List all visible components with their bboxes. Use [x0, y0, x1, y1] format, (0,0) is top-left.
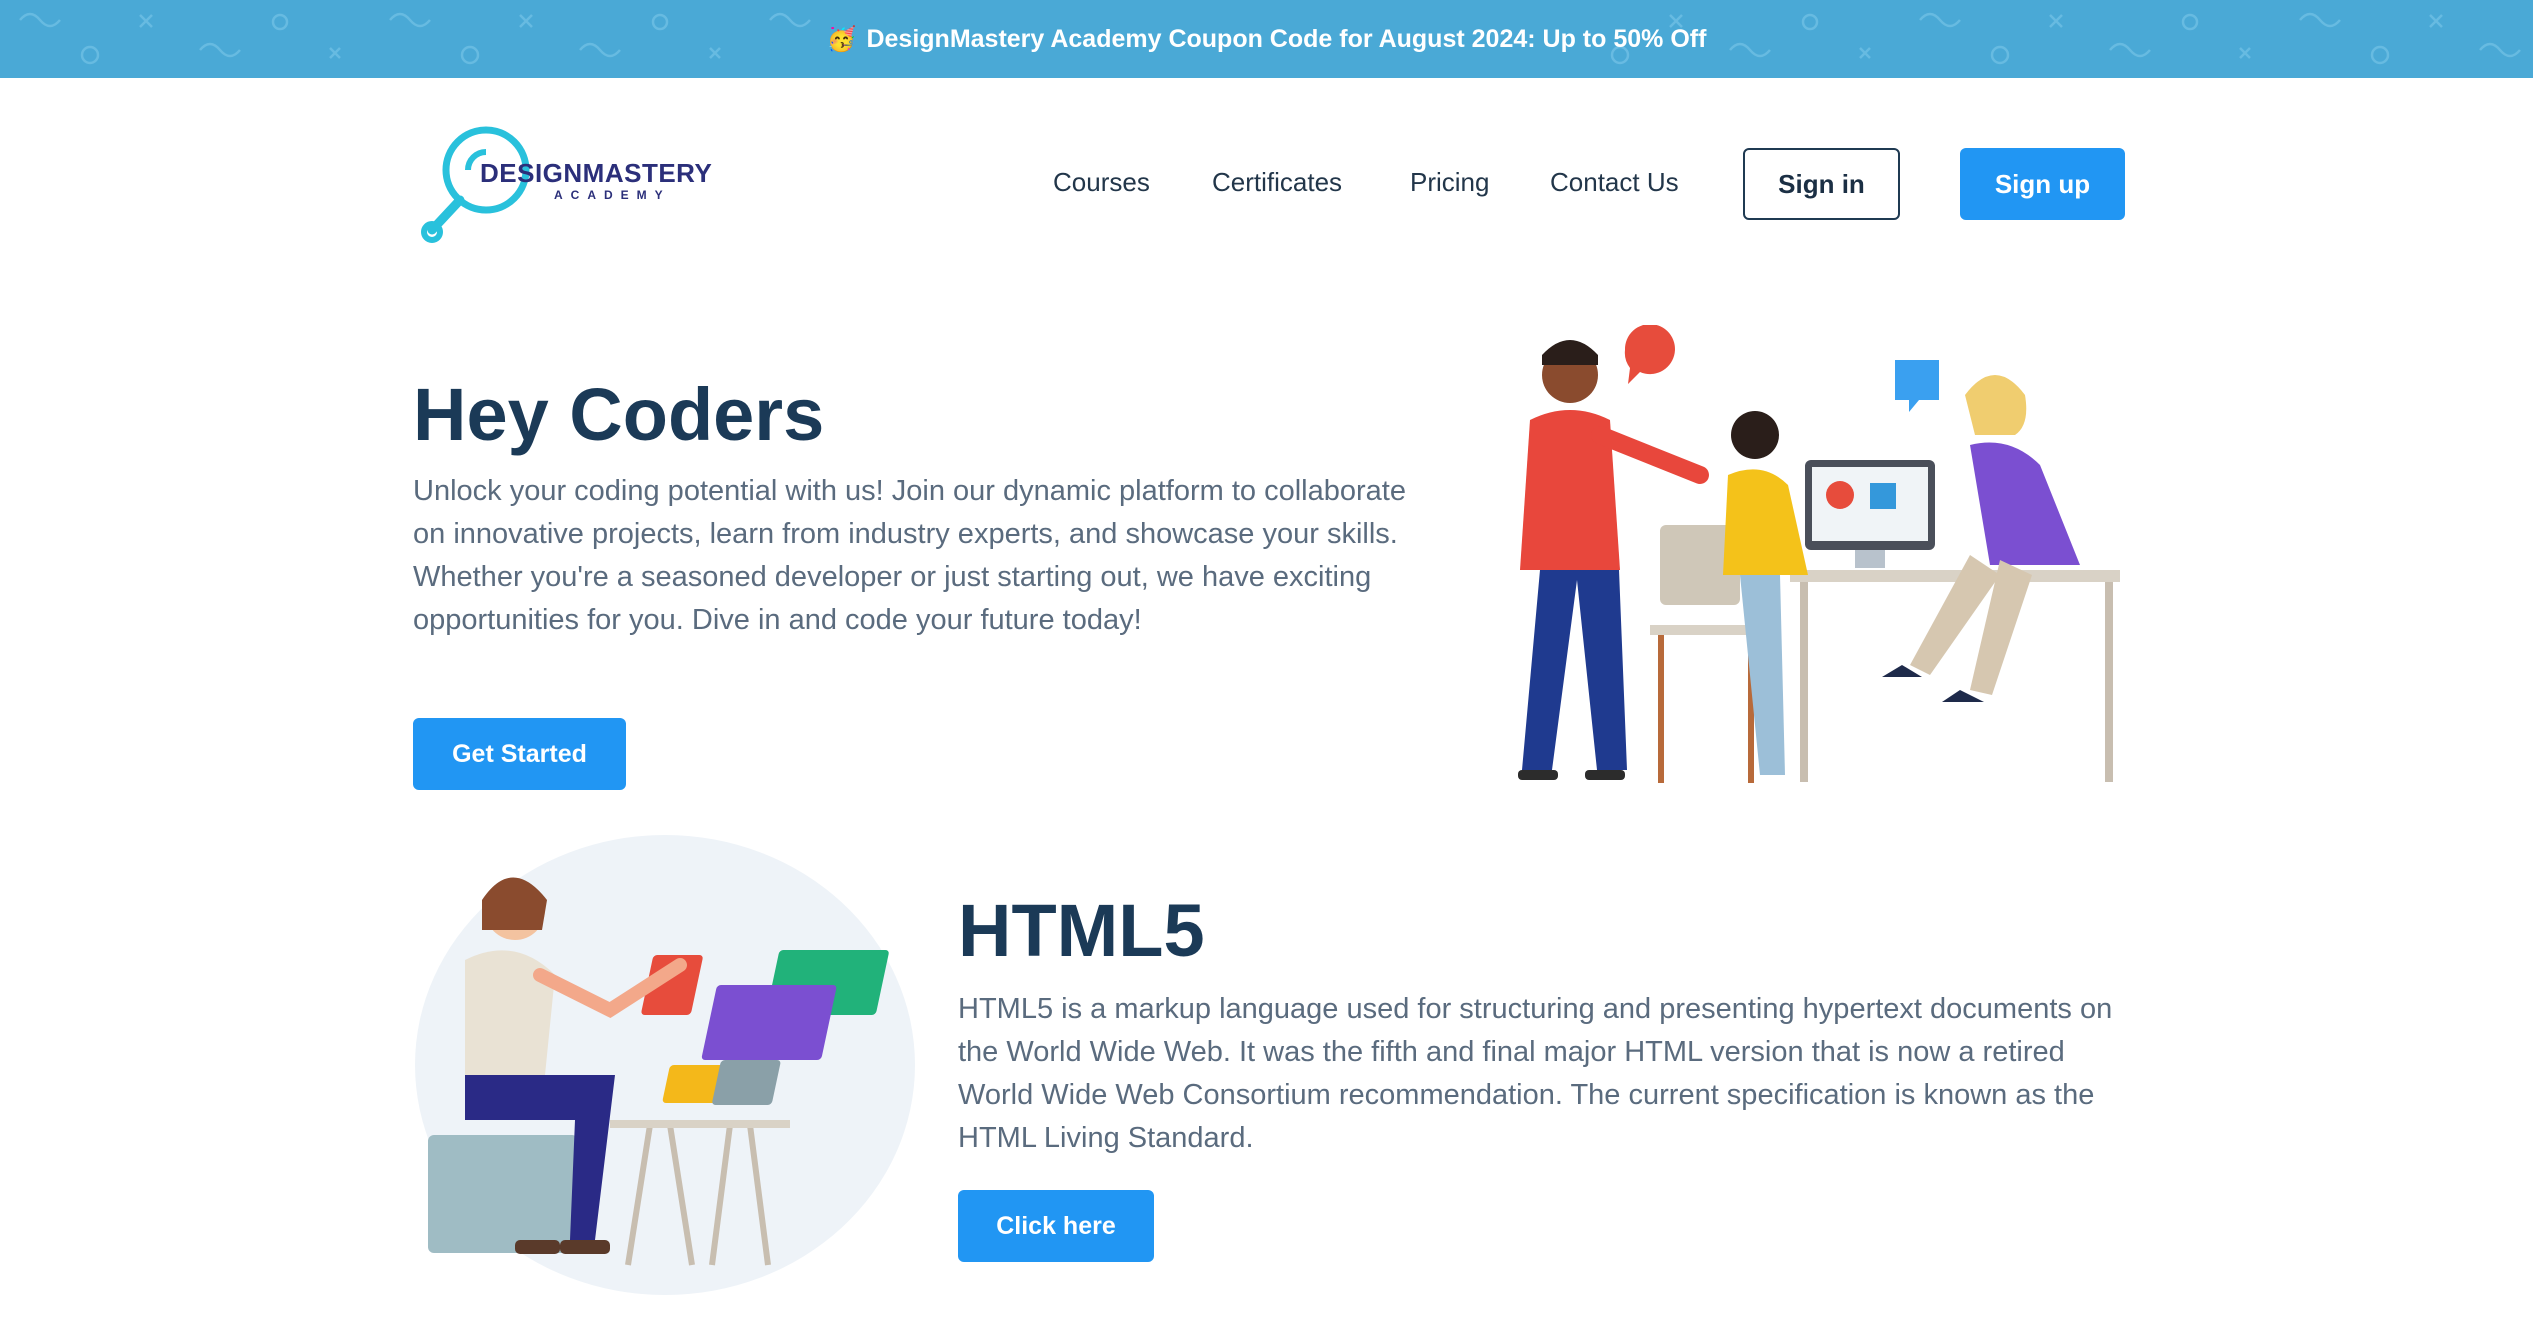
sign-in-button[interactable]: Sign in [1743, 148, 1900, 220]
html5-title: HTML5 [958, 889, 1205, 972]
team-collaboration-illustration [1518, 325, 2120, 783]
get-started-button[interactable]: Get Started [413, 718, 626, 790]
html5-description: HTML5 is a markup language used for stru… [958, 993, 2113, 1154]
promo-label[interactable]: DesignMastery Academy Coupon Code for Au… [866, 25, 1706, 54]
hero-title: Hey Coders [413, 373, 825, 456]
click-here-button[interactable]: Click here [958, 1190, 1154, 1262]
hero-description: Unlock your coding potential with us! Jo… [413, 475, 1406, 636]
logo-subtitle: ACADEMY [554, 188, 671, 202]
site-logo[interactable]: DESIGNMASTERY ACADEMY [418, 120, 718, 245]
sign-up-button[interactable]: Sign up [1960, 148, 2125, 220]
nav-certificates[interactable]: Certificates [1212, 167, 1342, 198]
designer-illustration [415, 835, 915, 1295]
logo-wordmark: DESIGNMASTERY [480, 158, 713, 188]
nav-contact-us[interactable]: Contact Us [1550, 167, 1679, 198]
promo-banner[interactable]: 🥳 DesignMastery Academy Coupon Code for … [0, 0, 2533, 78]
party-emoji-icon: 🥳 [826, 25, 857, 53]
nav-courses[interactable]: Courses [1053, 167, 1150, 198]
nav-pricing[interactable]: Pricing [1410, 167, 1489, 198]
promo-text[interactable]: 🥳 DesignMastery Academy Coupon Code for … [827, 25, 1707, 54]
